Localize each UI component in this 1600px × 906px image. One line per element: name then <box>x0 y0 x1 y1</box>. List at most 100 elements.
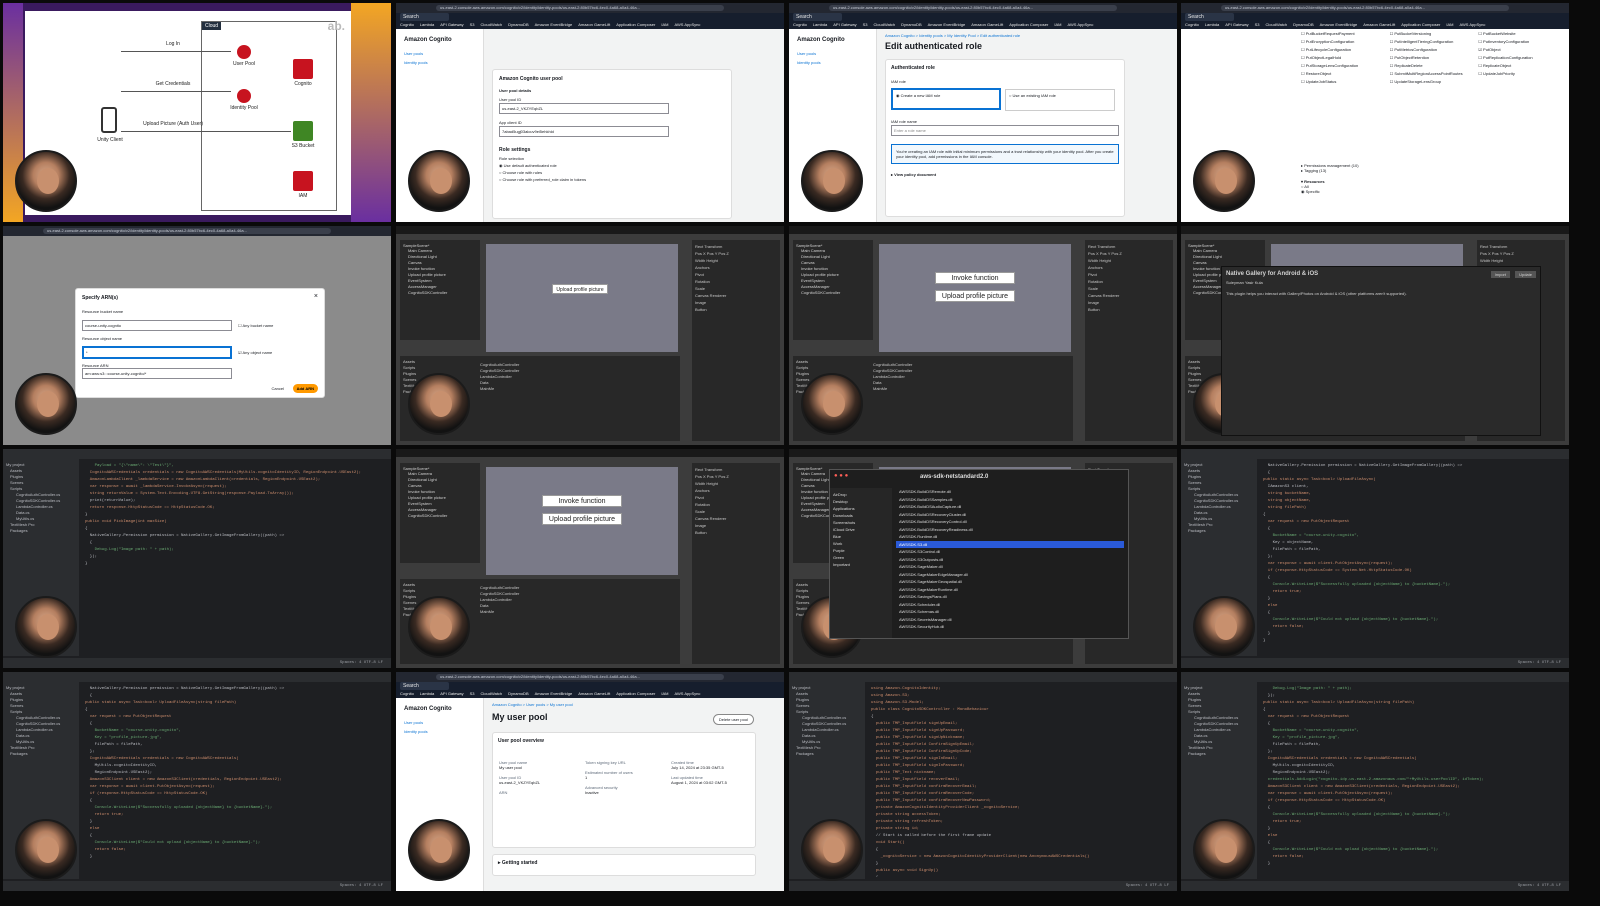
tile-finder-dll-list[interactable]: SampleScene* Main Camera Directional Light… <box>789 449 1177 668</box>
permission-checkbox[interactable]: ☐ PutBucketWebsite <box>1478 31 1561 37</box>
tile-edit-authenticated-role[interactable]: us-east-2.console.aws.amazon.com/cognito… <box>789 3 1177 222</box>
aws-nav-item[interactable]: DynamoDB <box>508 21 528 29</box>
aws-search-input[interactable]: Search <box>1185 13 1234 21</box>
inspector-row[interactable]: Width Height <box>695 257 777 264</box>
tile-ide-upload-async[interactable]: My project Assets Plugins Scenes Scripts Cogn… <box>1181 449 1569 668</box>
finder-sidebar-item[interactable]: AirDrop <box>833 491 889 498</box>
permission-checkbox[interactable]: ☐ PutBucketVersioning <box>1390 31 1473 37</box>
finder-sidebar-item[interactable]: Screenshots <box>833 519 889 526</box>
aws-nav-item[interactable]: AWS AppSync <box>674 21 700 29</box>
object-name-input[interactable]: * <box>82 346 232 359</box>
inspector-row[interactable]: Width Height <box>695 480 777 487</box>
inspector-row[interactable]: Scale <box>1088 285 1170 292</box>
aws-nav-item[interactable]: IAM <box>1446 21 1453 29</box>
sidebar-link[interactable]: User pools <box>797 51 868 56</box>
script-file[interactable]: MainMe <box>480 609 519 615</box>
inspector-row[interactable]: Canvas Renderer <box>695 515 777 522</box>
permission-checkbox[interactable]: ☐ UpdateJobStatus <box>1301 79 1384 85</box>
aws-search-input[interactable]: Search <box>400 682 449 690</box>
tile-ide-addlogin[interactable]: My project Assets Plugins Scenes Scripts Cogn… <box>1181 672 1569 891</box>
inspector-row[interactable]: Pivot <box>695 271 777 278</box>
inspector-row[interactable]: Anchors <box>695 487 777 494</box>
close-icon[interactable]: × <box>314 293 318 300</box>
file-row[interactable]: AWSSDK.BuildDSRemote.dll <box>896 488 1124 496</box>
file-row[interactable]: AWSSDK.BuildDSRecoveryCluster.dll <box>896 511 1124 519</box>
tree-item[interactable]: Packages <box>1184 751 1254 757</box>
inspector-row[interactable]: Pos X Pos Y Pos Z <box>1088 250 1170 257</box>
aws-nav-item[interactable]: AWS AppSync <box>1067 21 1093 29</box>
tile-package-manager[interactable]: SampleScene* Main Camera Directional Light… <box>1181 226 1569 445</box>
permission-checkbox[interactable]: ☐ RestoreObject <box>1301 71 1384 77</box>
inspector-row[interactable]: Anchors <box>695 264 777 271</box>
file-row[interactable]: AWSSDK.SecurityHub.dll <box>896 623 1124 631</box>
aws-nav-item[interactable]: Amazon GameLift <box>578 21 610 29</box>
inspector-row[interactable]: Rect Transform <box>695 243 777 250</box>
aws-nav-item[interactable]: Amazon GameLift <box>578 690 610 698</box>
tile-ide-cognito-sdk-controller[interactable]: My project Assets Plugins Scenes Scripts Cogn… <box>789 672 1177 891</box>
permission-checkbox[interactable]: ☑ PutObject <box>1478 47 1561 53</box>
code-editor[interactable]: Payload = "{\"name\": \"Test\"}", Cognit… <box>85 463 381 654</box>
finder-sidebar-item[interactable]: Applications <box>833 505 889 512</box>
tree-item[interactable]: Packages <box>1184 528 1254 534</box>
breadcrumb[interactable]: Amazon Cognito > User pools > My user po… <box>492 702 573 707</box>
sidebar-link[interactable]: User pools <box>404 51 475 56</box>
inspector-row[interactable]: Pos X Pos Y Pos Z <box>695 250 777 257</box>
inspector-row[interactable]: Rect Transform <box>1088 243 1170 250</box>
aws-nav-item[interactable]: IAM <box>661 690 668 698</box>
aws-nav-item[interactable]: CloudWatch <box>1266 21 1288 29</box>
aws-nav-item[interactable]: Lambda <box>813 21 827 29</box>
scene-view[interactable]: Upload profile picture <box>486 244 678 352</box>
aws-nav-item[interactable]: IAM <box>661 21 668 29</box>
app-client-id-input[interactable]: 7abad5ugj03alcuv9ei5ehkhld <box>499 126 669 137</box>
permission-checkbox[interactable]: ☐ PutLifecycleConfiguration <box>1301 47 1384 53</box>
file-row[interactable]: AWSSDK.S3.dll <box>896 540 1124 548</box>
aws-nav-item[interactable]: Cognito <box>400 690 414 698</box>
import-button[interactable]: Import <box>1490 271 1510 278</box>
sidebar-link[interactable]: Identity pools <box>404 729 475 734</box>
address-bar[interactable]: us-east-2.console.aws.amazon.com/cognito… <box>829 5 1117 11</box>
permission-checkbox[interactable]: ☐ PutReplicationConfiguration <box>1478 55 1561 61</box>
inspector-row[interactable]: Scale <box>695 508 777 515</box>
inspector-row[interactable]: Width Height <box>1088 257 1170 264</box>
add-arn-button[interactable]: Add ARN <box>292 384 318 393</box>
aws-nav-item[interactable]: DynamoDB <box>1293 21 1313 29</box>
scene-view[interactable]: Invoke function Upload profile picture <box>879 244 1071 352</box>
hierarchy-item[interactable]: CognitoSDKController <box>403 290 477 296</box>
finder-sidebar-item[interactable]: Work <box>833 540 889 547</box>
tile-ide-lambda-code[interactable]: My project Assets Plugins Scenes Scripts Cogn… <box>3 449 391 668</box>
aws-nav-item[interactable]: Amazon GameLift <box>1363 21 1395 29</box>
tree-item[interactable]: Packages <box>792 751 862 757</box>
sidebar-link[interactable]: Identity pools <box>797 60 868 65</box>
permission-checkbox[interactable]: ☐ PutEncryptionConfiguration <box>1301 39 1384 45</box>
tagging-toggle[interactable]: ▸ Tagging (13) <box>1301 168 1359 173</box>
view-policy-toggle[interactable]: ▸ View policy document <box>891 172 1119 177</box>
breadcrumb[interactable]: Amazon Cognito > Identity pools > My Ide… <box>885 33 1020 38</box>
file-row[interactable]: AWSSDK.Schemas.dll <box>896 608 1124 616</box>
tile-unity-editor-buttons[interactable]: SampleScene* Main Camera Directional Light… <box>789 226 1177 445</box>
aws-nav-item[interactable]: Lambda <box>1205 21 1219 29</box>
permission-checkbox[interactable]: ☐ PutInventoryConfiguration <box>1478 39 1561 45</box>
aws-nav-item[interactable]: CloudWatch <box>874 21 896 29</box>
aws-nav-item[interactable]: Cognito <box>400 21 414 29</box>
inspector-row[interactable]: Canvas Renderer <box>1088 292 1170 299</box>
aws-nav-item[interactable]: DynamoDB <box>901 21 921 29</box>
tile-unity-editor-overlapping[interactable]: SampleScene* Main Camera Directional Light… <box>396 226 784 445</box>
permission-checkbox[interactable]: ☐ PutBucketRequestPayment <box>1301 31 1384 37</box>
file-row[interactable]: AWSSDK.Scheduler.dll <box>896 601 1124 609</box>
address-bar[interactable]: us-east-2.console.aws.amazon.com/cognito… <box>436 674 724 680</box>
finder-sidebar-item[interactable]: Purple <box>833 547 889 554</box>
aws-nav-item[interactable]: CloudWatch <box>481 690 503 698</box>
aws-nav-item[interactable]: S3 <box>470 690 475 698</box>
aws-nav-item[interactable]: IAM <box>1054 21 1061 29</box>
aws-nav-item[interactable]: S3 <box>863 21 868 29</box>
inspector-row[interactable]: Pos X Pos Y Pos Z <box>1480 250 1562 257</box>
sidebar-link[interactable]: Identity pools <box>404 60 475 65</box>
cancel-button[interactable]: Cancel <box>272 386 284 391</box>
upload-profile-picture-button[interactable]: Upload profile picture <box>935 290 1015 302</box>
code-editor[interactable]: NativeGallery.Permission permission = Na… <box>1263 463 1559 654</box>
permission-checkbox[interactable]: ☐ PutMetricsConfiguration <box>1390 47 1473 53</box>
tile-identity-pool-config[interactable]: us-east-2.console.aws.amazon.com/cognito… <box>396 3 784 222</box>
aws-nav-item[interactable]: API Gateway <box>440 690 463 698</box>
inspector-row[interactable]: Image <box>695 299 777 306</box>
arn-input[interactable]: arn:aws:s3:::course-unity-cognito/* <box>82 368 232 379</box>
